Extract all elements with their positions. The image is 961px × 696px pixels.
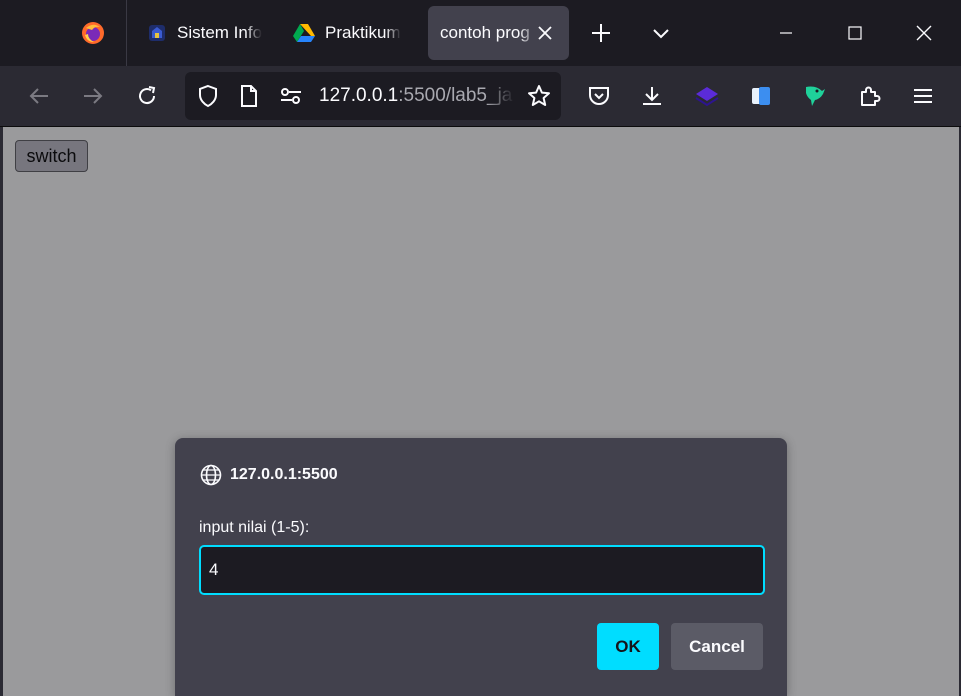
app-menu-button[interactable] bbox=[905, 78, 941, 114]
bookmark-star-icon[interactable] bbox=[521, 78, 557, 114]
prompt-input[interactable]: 4 bbox=[199, 545, 765, 595]
permissions-icon[interactable] bbox=[273, 78, 309, 114]
switch-button[interactable]: switch bbox=[15, 140, 88, 172]
ok-button[interactable]: OK bbox=[597, 623, 659, 670]
new-tab-icon[interactable] bbox=[586, 18, 616, 48]
extension-green-button[interactable] bbox=[797, 78, 833, 114]
tracking-protection-shield-icon[interactable] bbox=[190, 78, 226, 114]
download-icon bbox=[643, 87, 661, 105]
url-host: 127.0.0.1 bbox=[319, 85, 399, 106]
tab-sistem-info[interactable]: Sistem Info bbox=[137, 6, 267, 60]
tab-separator bbox=[126, 0, 127, 66]
university-logo-icon bbox=[147, 23, 167, 43]
close-window-button[interactable] bbox=[889, 0, 959, 66]
hamburger-menu-icon bbox=[914, 89, 932, 103]
downloads-button[interactable] bbox=[634, 78, 670, 114]
pocket-icon bbox=[589, 87, 609, 105]
extension-blue-button[interactable] bbox=[743, 78, 779, 114]
tab-label: Sistem Info bbox=[177, 23, 263, 42]
url-path: :5500/lab5_ja bbox=[398, 85, 513, 106]
dialog-message: input nilai (1-5): bbox=[199, 519, 310, 536]
google-drive-icon bbox=[293, 23, 315, 43]
tab-label: contoh prog bbox=[440, 23, 530, 42]
minimize-window-button[interactable] bbox=[751, 0, 821, 66]
dialog-origin: 127.0.0.1:5500 bbox=[200, 462, 338, 488]
puzzle-piece-icon bbox=[861, 86, 881, 106]
forward-button[interactable] bbox=[75, 78, 111, 114]
close-icon bbox=[916, 25, 932, 41]
back-button[interactable] bbox=[21, 78, 57, 114]
list-all-tabs-icon[interactable] bbox=[646, 18, 676, 48]
url-bar[interactable]: 127.0.0.1:5500/lab5_ja bbox=[185, 72, 561, 120]
url-text[interactable]: 127.0.0.1:5500/lab5_ja bbox=[319, 72, 515, 120]
prompt-dialog: 127.0.0.1:5500 input nilai (1-5): 4 OK C… bbox=[175, 438, 787, 696]
extensions-button[interactable] bbox=[851, 78, 887, 114]
firefox-menu-icon[interactable] bbox=[78, 18, 108, 48]
reload-button[interactable] bbox=[129, 78, 165, 114]
dragon-extension-icon bbox=[806, 86, 825, 106]
close-tab-icon[interactable] bbox=[535, 23, 555, 43]
maximize-icon bbox=[848, 26, 862, 40]
page-border-left bbox=[0, 127, 3, 696]
reload-icon bbox=[139, 86, 156, 105]
tab-strip: Sistem Info Praktikum contoh prog bbox=[0, 0, 961, 66]
extension-purple-button[interactable] bbox=[689, 78, 725, 114]
tab-label: Praktikum bbox=[325, 23, 401, 42]
tab-praktikum[interactable]: Praktikum bbox=[283, 6, 413, 60]
copy-extension-icon bbox=[752, 87, 770, 105]
dialog-origin-text: 127.0.0.1:5500 bbox=[230, 466, 338, 483]
page-info-icon[interactable] bbox=[231, 78, 267, 114]
layers-extension-icon bbox=[695, 87, 719, 107]
globe-icon bbox=[200, 464, 222, 486]
navigation-toolbar: 127.0.0.1:5500/lab5_ja bbox=[0, 66, 961, 127]
tab-contoh-program[interactable]: contoh prog bbox=[428, 6, 569, 60]
cancel-button[interactable]: Cancel bbox=[671, 623, 763, 670]
pocket-button[interactable] bbox=[581, 78, 617, 114]
back-arrow-icon bbox=[29, 88, 48, 104]
forward-arrow-icon bbox=[84, 88, 103, 104]
maximize-window-button[interactable] bbox=[820, 0, 890, 66]
minimize-icon bbox=[780, 32, 792, 34]
